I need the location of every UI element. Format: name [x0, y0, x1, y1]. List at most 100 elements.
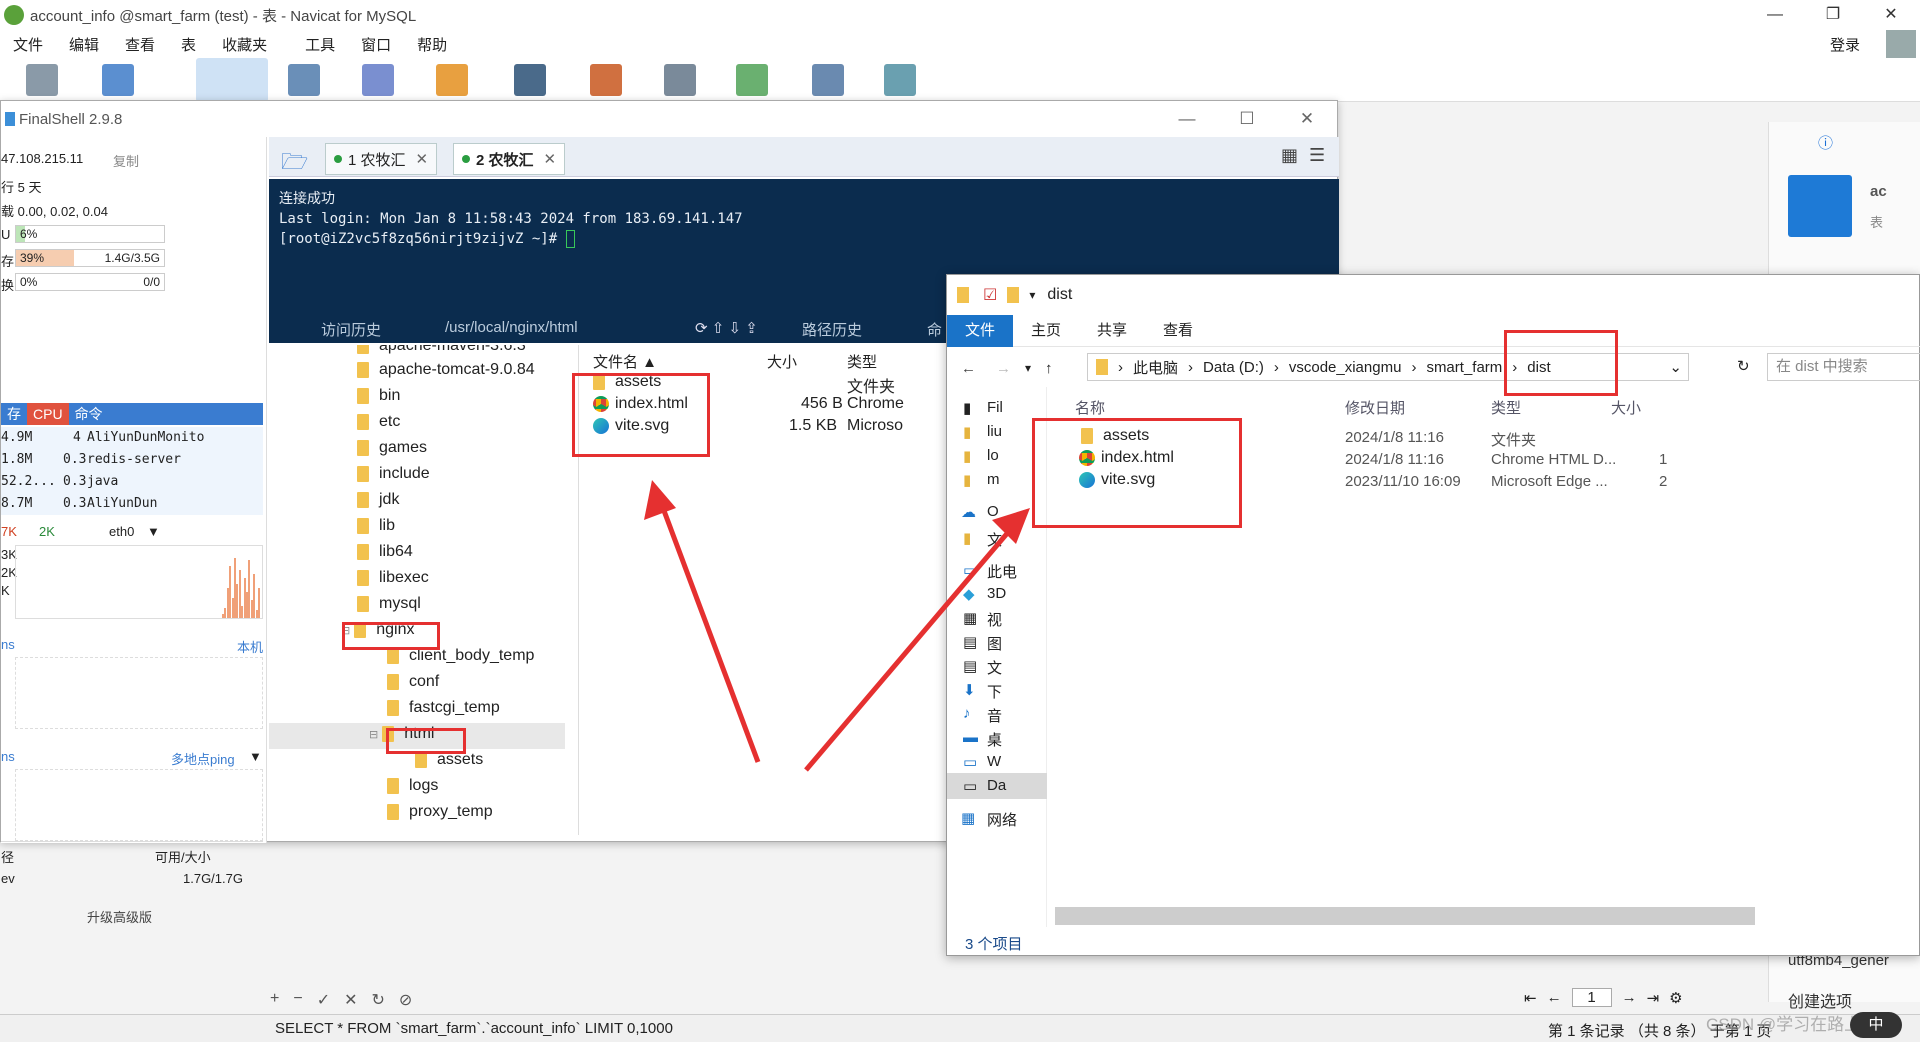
date-column-header[interactable]: 修改日期 [1345, 397, 1405, 418]
search-input[interactable]: 在 dist 中搜索 [1767, 353, 1920, 381]
access-history-button[interactable]: 访问历史 [321, 319, 381, 340]
proc-cmd-header[interactable]: 命令 [69, 404, 109, 424]
tree-item[interactable]: etc [357, 413, 400, 431]
table-icon[interactable] [196, 58, 268, 102]
nav-item[interactable]: 视 [987, 609, 1002, 630]
new-folder-icon[interactable] [1007, 287, 1020, 303]
tree-item[interactable]: apache-maven-3.6.3 [357, 345, 526, 355]
refresh-icon[interactable]: ⟳ ⇧ ⇩ ⇪ [695, 319, 758, 337]
prev-page-button[interactable]: ← [1547, 989, 1562, 1006]
menu-tools[interactable]: 工具 [292, 34, 348, 55]
menu-window[interactable]: 窗口 [348, 34, 404, 55]
nav-item[interactable]: 图 [987, 633, 1002, 654]
refresh-button[interactable]: ↻ [372, 990, 385, 1010]
nav-item[interactable]: 此电 [987, 561, 1017, 582]
menu-file[interactable]: 文件 [0, 34, 56, 55]
function-icon[interactable] [362, 64, 394, 96]
avatar[interactable] [1886, 30, 1916, 60]
name-column-header[interactable]: 名称 [1075, 397, 1105, 418]
quick-access-dropdown-icon[interactable]: ▾ [1029, 288, 1035, 302]
tree-item[interactable]: libexec [357, 569, 429, 587]
fs-close-button[interactable]: ✕ [1277, 101, 1337, 137]
menu-edit[interactable]: 编辑 [56, 34, 112, 55]
refresh-icon[interactable]: ↻ [1737, 357, 1750, 375]
minimize-button[interactable]: — [1746, 0, 1804, 30]
size-column-header[interactable]: 大小 [767, 351, 797, 372]
proc-mem-header[interactable]: 存 [1, 404, 27, 424]
close-icon[interactable]: ✕ [416, 150, 429, 168]
stop-button[interactable]: ⊘ [399, 990, 412, 1010]
nav-item[interactable]: 文 [987, 657, 1002, 678]
breadcrumb-item[interactable]: vscode_xiangmu [1289, 359, 1402, 376]
tools-icon[interactable] [514, 64, 546, 96]
table-row[interactable]: 8.7M 0.3 AliYunDun [1, 493, 263, 515]
login-link[interactable]: 登录 [1830, 34, 1860, 55]
restore-button[interactable]: ❐ [1804, 0, 1862, 30]
info-icon[interactable]: ⓘ [1818, 132, 1833, 153]
connection-icon[interactable] [26, 64, 58, 96]
nav-item[interactable]: Fil [987, 399, 1003, 416]
properties-icon[interactable]: ☑ [983, 285, 997, 305]
menu-table[interactable]: 表 [168, 34, 209, 55]
tree-item[interactable]: logs [387, 777, 438, 795]
remote-path-input[interactable]: /usr/local/nginx/html [445, 319, 578, 336]
schedule-icon[interactable] [736, 64, 768, 96]
tree-item[interactable]: lib64 [357, 543, 413, 561]
net-interface-select[interactable]: eth0 [109, 524, 134, 539]
local-label[interactable]: 本机 [237, 637, 263, 656]
settings-icon[interactable]: ⚙ [1669, 989, 1682, 1007]
breadcrumb-item[interactable]: Data (D:) [1203, 359, 1264, 376]
chart-icon[interactable] [884, 64, 916, 96]
size-column-header[interactable]: 大小 [1611, 397, 1641, 418]
delete-record-button[interactable]: − [293, 990, 302, 1010]
breadcrumb-item[interactable]: smart_farm [1426, 359, 1502, 376]
last-page-button[interactable]: ⇥ [1647, 989, 1660, 1007]
add-record-button[interactable]: + [270, 990, 279, 1010]
tree-item[interactable]: proxy_temp [387, 803, 493, 821]
upgrade-button[interactable]: 升级高级版 [87, 907, 152, 926]
breadcrumb-item[interactable]: 此电脑 [1133, 357, 1178, 378]
tree-item[interactable]: fastcgi_temp [387, 699, 500, 717]
forward-icon[interactable]: → [996, 360, 1011, 377]
table-row[interactable]: 1.8M 0.3 redis-server [1, 449, 263, 471]
user-icon[interactable] [436, 64, 468, 96]
tab-session-2[interactable]: 2 农牧汇 ✕ [453, 143, 566, 175]
proc-cpu-header[interactable]: CPU [27, 403, 69, 425]
collapse-icon[interactable]: ⊟ [369, 728, 378, 741]
up-icon[interactable]: ↑ [1045, 360, 1053, 377]
tree-item[interactable]: games [357, 439, 427, 457]
first-page-button[interactable]: ⇤ [1524, 989, 1537, 1007]
nav-item[interactable]: 下 [987, 681, 1002, 702]
type-column-header[interactable]: 类型 [1491, 397, 1521, 418]
fs-minimize-button[interactable]: — [1157, 101, 1217, 137]
chevron-down-icon[interactable]: ⌄ [1669, 358, 1682, 376]
back-icon[interactable]: ← [961, 360, 976, 377]
nav-item[interactable]: W [987, 753, 1001, 770]
tree-item[interactable]: apache-tomcat-9.0.84 [357, 361, 535, 379]
tab-home[interactable]: 主页 [1013, 315, 1079, 347]
command-button[interactable]: 命 [927, 319, 942, 340]
nav-item[interactable]: m [987, 471, 1000, 488]
menu-favorites[interactable]: 收藏夹 [209, 34, 280, 55]
tree-item[interactable]: mysql [357, 595, 421, 613]
page-number-input[interactable]: 1 [1571, 988, 1612, 1007]
table-row[interactable]: 52.2... 0.3 java [1, 471, 263, 493]
multi-ping-button[interactable]: 多地点ping [171, 749, 235, 768]
tab-session-1[interactable]: 1 农牧汇 ✕ [325, 143, 438, 175]
path-history-button[interactable]: 路径历史 [802, 319, 862, 340]
discard-button[interactable]: ✕ [344, 990, 357, 1010]
create-options-link[interactable]: 创建选项 [1788, 988, 1852, 1012]
fs-maximize-button[interactable]: ☐ [1217, 101, 1277, 137]
nav-item[interactable]: 3D [987, 585, 1006, 602]
chevron-down-icon[interactable]: ▼ [147, 524, 160, 539]
nav-item[interactable]: 网络 [987, 809, 1017, 830]
menu-icon[interactable]: ☰ [1309, 145, 1325, 166]
copy-ip-button[interactable]: 复制 [113, 151, 139, 170]
tree-item[interactable]: conf [387, 673, 439, 691]
ime-button[interactable]: 中 [1850, 1012, 1902, 1038]
horizontal-scrollbar[interactable] [1055, 907, 1755, 925]
next-page-button[interactable]: → [1622, 989, 1637, 1006]
close-icon[interactable]: ✕ [544, 150, 557, 168]
tree-item[interactable]: bin [357, 387, 400, 405]
apply-button[interactable]: ✓ [317, 990, 330, 1010]
